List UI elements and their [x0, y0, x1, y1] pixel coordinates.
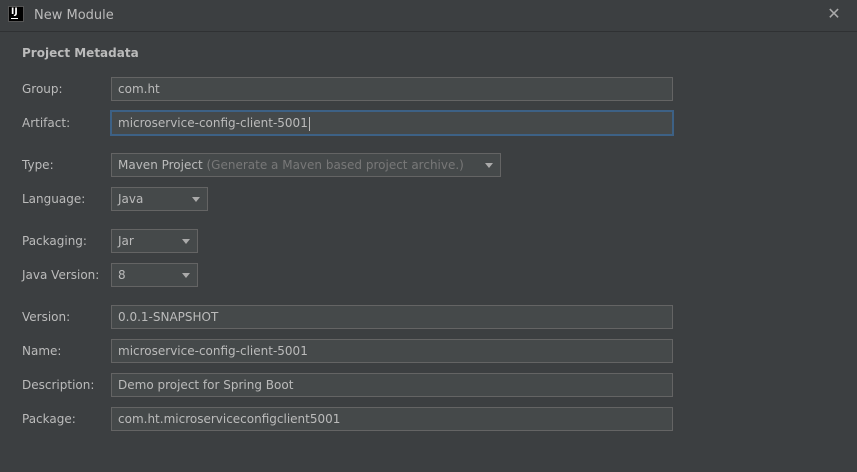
section-title: Project Metadata — [22, 46, 139, 60]
language-label: Language: — [22, 192, 86, 206]
group-value: com.ht — [118, 82, 160, 96]
java-version-value: 8 — [118, 268, 126, 282]
artifact-field[interactable]: microservice-config-client-5001 — [111, 111, 673, 135]
version-field[interactable]: 0.0.1-SNAPSHOT — [111, 305, 673, 329]
chevron-down-icon — [182, 273, 190, 278]
artifact-label: Artifact: — [22, 116, 71, 130]
text-caret — [308, 116, 310, 131]
intellij-app-icon: IJ — [8, 6, 24, 22]
type-value: Maven Project — [118, 158, 203, 172]
window-title: New Module — [34, 8, 114, 23]
java-version-dropdown[interactable]: 8 — [111, 263, 198, 287]
package-label: Package: — [22, 412, 76, 426]
chevron-down-icon — [192, 197, 200, 202]
close-icon[interactable]: ✕ — [825, 5, 843, 23]
description-label: Description: — [22, 378, 95, 392]
description-value: Demo project for Spring Boot — [118, 378, 294, 392]
type-label: Type: — [22, 158, 54, 172]
packaging-dropdown[interactable]: Jar — [111, 229, 198, 253]
java-version-label: Java Version: — [22, 268, 100, 282]
group-label: Group: — [22, 82, 63, 96]
chevron-down-icon — [182, 239, 190, 244]
type-dropdown[interactable]: Maven Project (Generate a Maven based pr… — [111, 153, 501, 177]
chevron-down-icon — [485, 163, 493, 168]
packaging-value: Jar — [118, 234, 134, 248]
name-field[interactable]: microservice-config-client-5001 — [111, 339, 673, 363]
packaging-label: Packaging: — [22, 234, 87, 248]
app-icon-bar — [11, 18, 18, 19]
artifact-value: microservice-config-client-5001 — [118, 116, 308, 130]
version-label: Version: — [22, 310, 71, 324]
title-bar: IJ New Module ✕ — [0, 0, 857, 32]
language-value: Java — [118, 192, 144, 206]
group-field[interactable]: com.ht — [111, 77, 673, 101]
name-value: microservice-config-client-5001 — [118, 344, 308, 358]
version-value: 0.0.1-SNAPSHOT — [118, 310, 219, 324]
description-field[interactable]: Demo project for Spring Boot — [111, 373, 673, 397]
language-dropdown[interactable]: Java — [111, 187, 208, 211]
package-field[interactable]: com.ht.microserviceconfigclient5001 — [111, 407, 673, 431]
name-label: Name: — [22, 344, 62, 358]
package-value: com.ht.microserviceconfigclient5001 — [118, 412, 341, 426]
app-icon-text: IJ — [11, 7, 18, 17]
type-hint: (Generate a Maven based project archive.… — [206, 158, 464, 172]
